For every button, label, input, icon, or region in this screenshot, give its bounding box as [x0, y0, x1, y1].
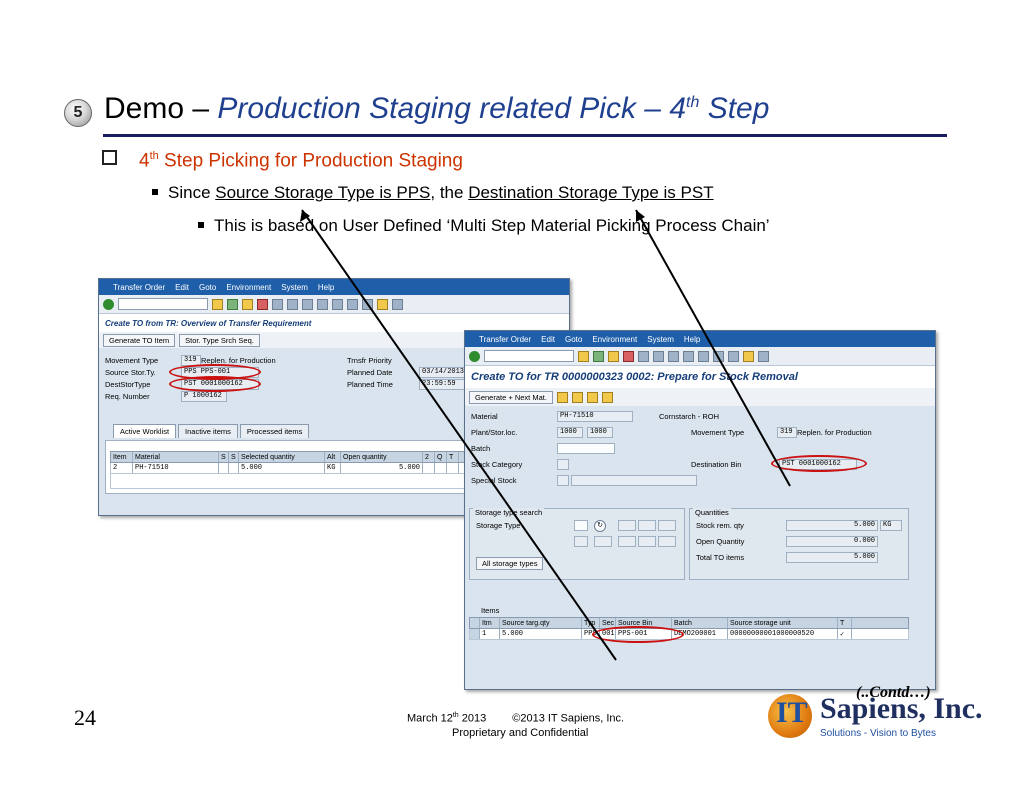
footer-year: 2013 [458, 712, 487, 725]
logo-name: Sapiens, Inc. [820, 692, 983, 725]
it-sapiens-logo: IT Sapiens, Inc. Solutions - Vision to B… [768, 690, 983, 746]
arrow-head-destination [636, 210, 645, 222]
footer-date-copyright: March 12th 2013 ©2013 IT Sapiens, Inc. [407, 712, 624, 725]
logo-it: IT [776, 696, 808, 729]
footer-copyright: ©2013 IT Sapiens, Inc. [512, 712, 625, 725]
arrow-destination-to-bin [635, 209, 791, 487]
annotation-arrows [300, 209, 791, 661]
page-number: 24 [74, 705, 96, 730]
arrow-source-to-bin [301, 209, 617, 661]
footer-confidential: Proprietary and Confidential [452, 727, 589, 739]
footer-date: March 12 [407, 712, 453, 725]
logo-tagline: Solutions - Vision to Bytes [820, 728, 936, 739]
